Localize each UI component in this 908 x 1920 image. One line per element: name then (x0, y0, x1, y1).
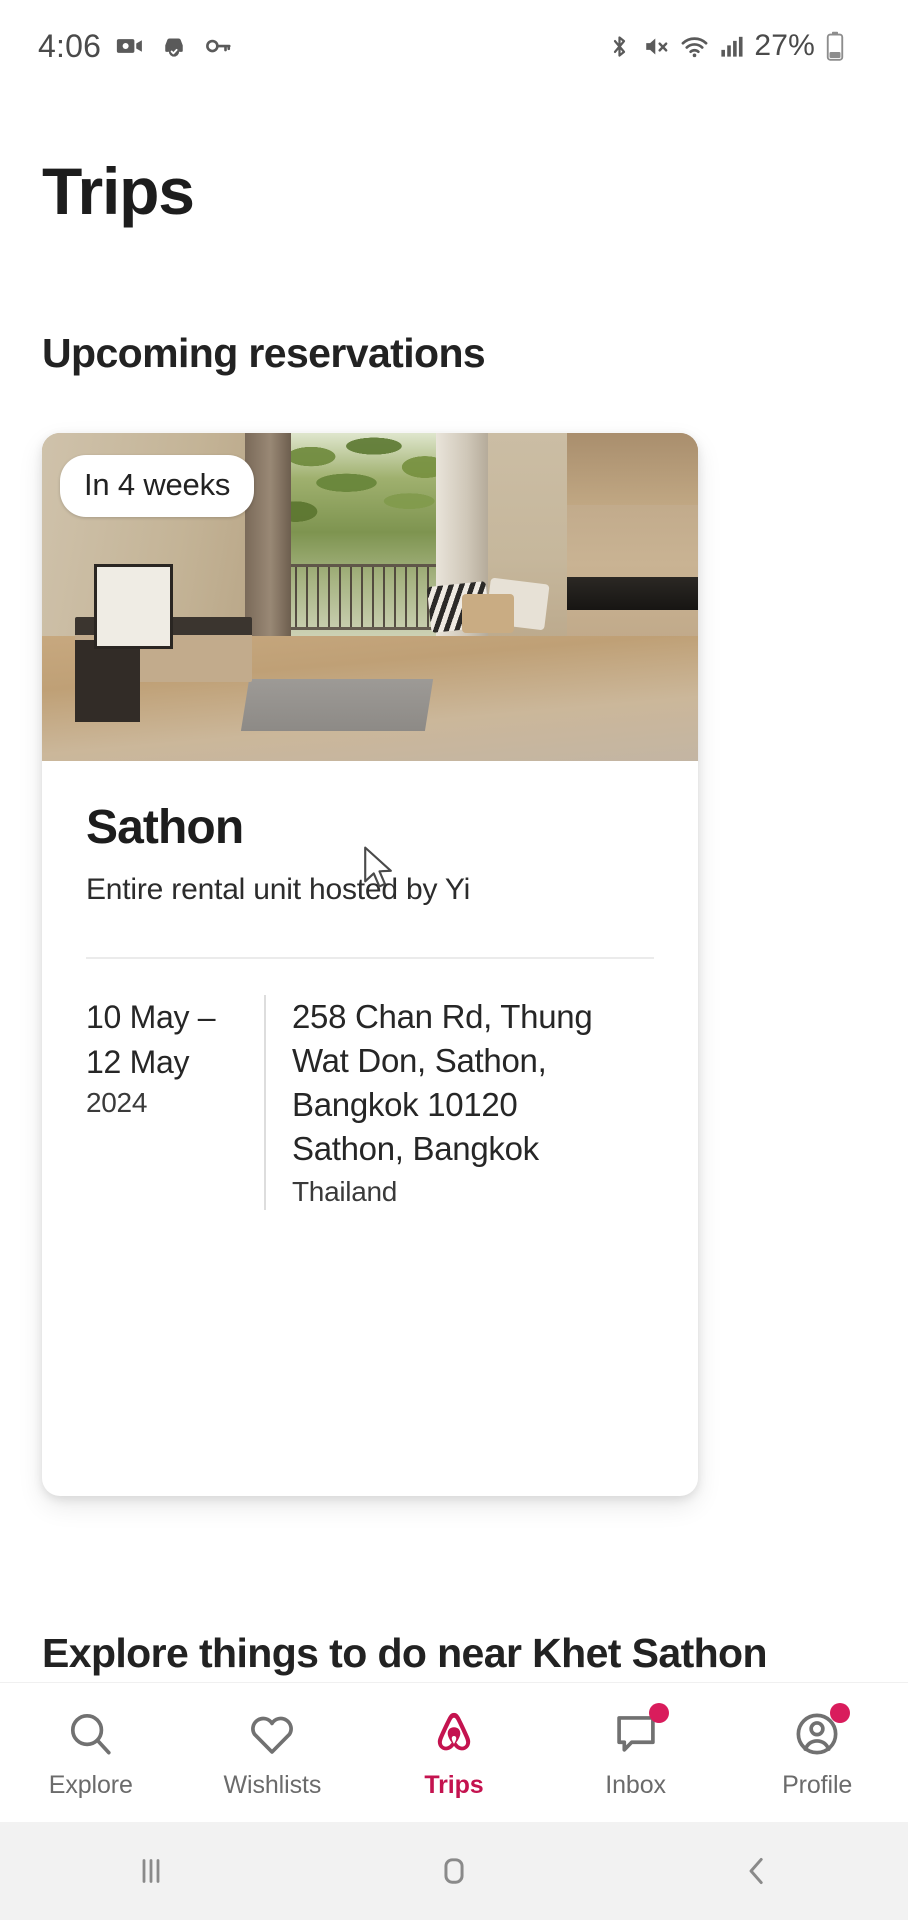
android-system-nav (0, 1822, 908, 1920)
chat-bubble-icon (607, 1703, 669, 1763)
page-title: Trips (42, 154, 195, 228)
card-divider (86, 957, 654, 960)
tab-wishlists[interactable]: Wishlists (182, 1705, 364, 1800)
listing-subtitle: Entire rental unit hosted by Yi (86, 873, 471, 907)
date-line-1: 10 May – (86, 999, 216, 1036)
battery-percent-label: 27% (754, 29, 815, 62)
status-bar: 4:06 27% (0, 0, 908, 92)
reservation-photo[interactable]: In 4 weeks (42, 433, 698, 761)
cellular-signal-icon (718, 33, 745, 60)
volume-mute-icon (642, 32, 671, 61)
bluetooth-icon (606, 33, 633, 60)
address-country: Thailand (292, 1175, 398, 1207)
tab-explore[interactable]: Explore (0, 1705, 182, 1800)
address-line-1: 258 Chan Rd, Thung (292, 998, 593, 1036)
bottom-tab-bar: Explore Wishlists Trips Inbox Profile (0, 1682, 908, 1822)
wifi-icon (680, 32, 709, 61)
reservation-year: 2024 (86, 1086, 148, 1118)
reservation-details: Sathon Entire rental unit hosted by Yi 1… (42, 761, 698, 1211)
user-avatar-icon (788, 1703, 851, 1763)
address-line-2: Wat Don, Sathon, (292, 1042, 547, 1080)
heart-icon (243, 1705, 301, 1763)
profile-notification-dot (830, 1703, 851, 1723)
reservation-card[interactable]: In 4 weeks Sathon Entire rental unit hos… (42, 433, 698, 1496)
listing-title: Sathon (86, 801, 244, 854)
key-icon (203, 31, 233, 61)
tab-label-explore: Explore (48, 1771, 133, 1799)
status-bar-left: 4:06 (38, 28, 233, 65)
battery-icon (824, 31, 846, 61)
status-bar-right: 27% (606, 29, 846, 63)
explore-nearby-heading: Explore things to do near Khet Sathon (42, 1630, 768, 1676)
home-button[interactable] (303, 1850, 606, 1892)
status-badge: In 4 weeks (60, 455, 255, 517)
recents-button[interactable] (0, 1850, 303, 1892)
status-bar-clock: 4:06 (38, 27, 102, 64)
reservation-dates: 10 May – 12 May 2024 (86, 995, 264, 1210)
back-button[interactable] (605, 1850, 908, 1892)
photo-cushion-tan (461, 593, 515, 634)
photo-console-cabinet (74, 639, 141, 722)
photo-kitchen-cabinet (566, 433, 698, 506)
reservation-detail-row: 10 May – 12 May 2024 258 Chan Rd, Thung … (86, 995, 654, 1211)
inbox-notification-dot (648, 1703, 669, 1723)
address-line-3: Bangkok 10120 (292, 1086, 518, 1124)
tab-label-wishlists: Wishlists (223, 1771, 322, 1799)
photo-curtain-left (245, 433, 292, 663)
photo-picture-frame (94, 564, 174, 650)
tab-inbox[interactable]: Inbox (545, 1703, 727, 1800)
date-line-2: 12 May (86, 1043, 190, 1080)
photo-rug (241, 679, 434, 732)
reservation-address: 258 Chan Rd, Thung Wat Don, Sathon, Bang… (292, 995, 654, 1210)
tab-profile[interactable]: Profile (726, 1703, 908, 1800)
tab-label-trips: Trips (424, 1771, 484, 1799)
upcoming-reservations-heading: Upcoming reservations (42, 330, 486, 376)
car-check-icon (159, 31, 189, 61)
video-camera-icon (115, 31, 145, 61)
tab-trips[interactable]: Trips (363, 1705, 545, 1800)
airbnb-belo-icon (425, 1705, 483, 1763)
address-line-4: Sathon, Bangkok (292, 1130, 539, 1168)
search-icon (62, 1705, 120, 1763)
tab-label-profile: Profile (782, 1771, 853, 1799)
tab-label-inbox: Inbox (605, 1771, 666, 1799)
detail-vertical-rule (264, 995, 266, 1211)
